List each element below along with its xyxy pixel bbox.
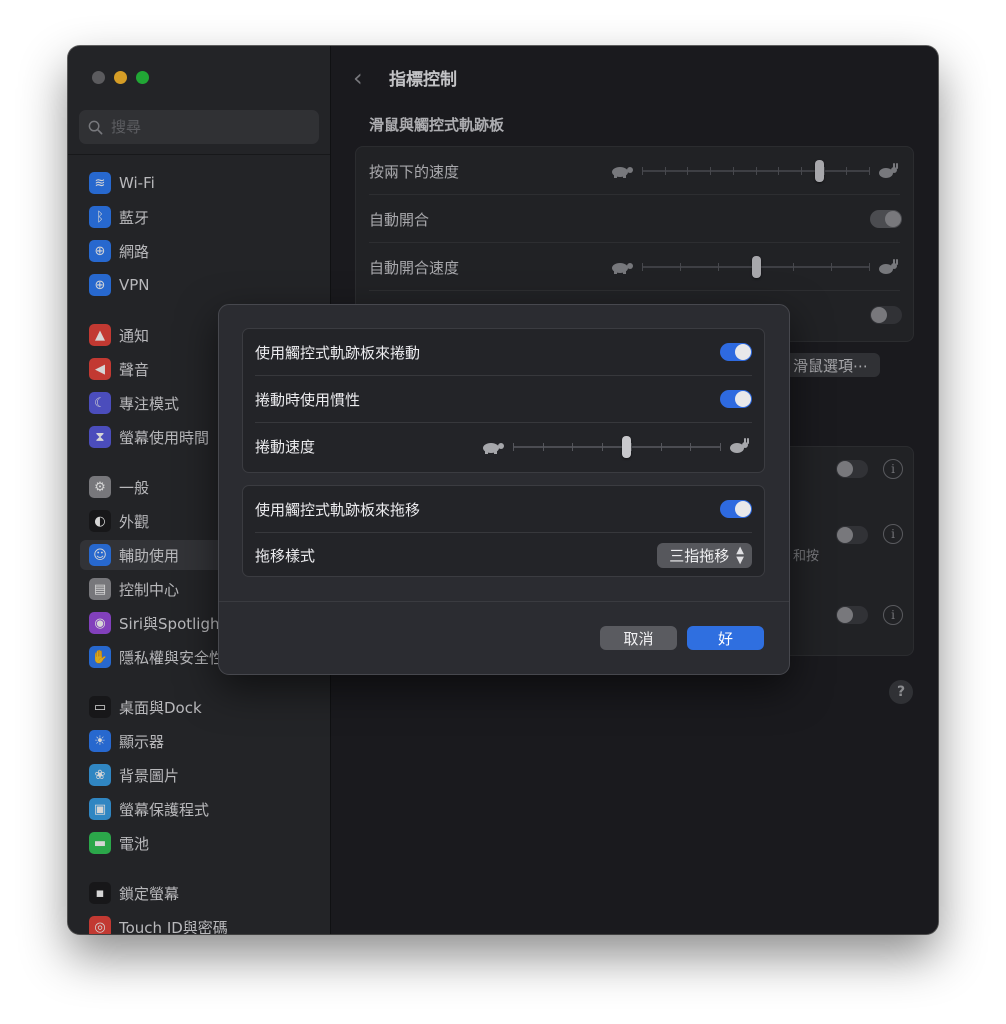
- scroll-speed-label: 捲動速度: [255, 438, 316, 456]
- chevron-up-down-icon: ▲ ▼: [736, 544, 744, 566]
- scroll-toggle-label: 使用觸控式軌跡板來捲動: [255, 344, 421, 362]
- slider-tick: [543, 443, 544, 451]
- turtle-icon: [483, 443, 504, 454]
- dialog-footer-divider: [219, 601, 789, 602]
- scroll-toggle-row: 使用觸控式軌跡板來捲動: [243, 329, 764, 376]
- rabbit-icon: [730, 438, 749, 453]
- scroll-toggle[interactable]: [720, 343, 752, 361]
- inertia-toggle-row: 捲動時使用慣性: [243, 376, 764, 423]
- drag-style-popup[interactable]: 三指拖移 ▲ ▼: [657, 543, 752, 568]
- scroll-group: 使用觸控式軌跡板來捲動 捲動時使用慣性 捲動速度: [242, 328, 765, 473]
- slider-tick: [602, 443, 603, 451]
- drag-group: 使用觸控式軌跡板來拖移 拖移樣式 三指拖移 ▲ ▼: [242, 485, 765, 577]
- drag-toggle-row: 使用觸控式軌跡板來拖移: [243, 486, 764, 533]
- drag-style-label: 拖移樣式: [255, 547, 316, 565]
- inertia-toggle-label: 捲動時使用慣性: [255, 391, 361, 409]
- cancel-button[interactable]: 取消: [600, 626, 677, 650]
- slider-tick: [720, 443, 721, 451]
- trackpad-options-dialog: 使用觸控式軌跡板來捲動 捲動時使用慣性 捲動速度 使用觸控式軌跡板來拖移 拖移樣…: [218, 304, 790, 675]
- slider-tick: [513, 443, 514, 451]
- drag-toggle-label: 使用觸控式軌跡板來拖移: [255, 501, 421, 519]
- inertia-toggle[interactable]: [720, 390, 752, 408]
- drag-style-value: 三指拖移: [669, 547, 730, 565]
- drag-style-row: 拖移樣式 三指拖移 ▲ ▼: [243, 532, 764, 579]
- scroll-speed-slider[interactable]: [513, 436, 721, 458]
- slider-tick: [661, 443, 662, 451]
- slider-tick: [572, 443, 573, 451]
- drag-toggle[interactable]: [720, 500, 752, 518]
- scroll-speed-row: 捲動速度: [243, 423, 764, 470]
- slider-tick: [690, 443, 691, 451]
- slider-knob[interactable]: [622, 436, 631, 458]
- ok-button[interactable]: 好: [687, 626, 764, 650]
- slider-tick: [631, 443, 632, 451]
